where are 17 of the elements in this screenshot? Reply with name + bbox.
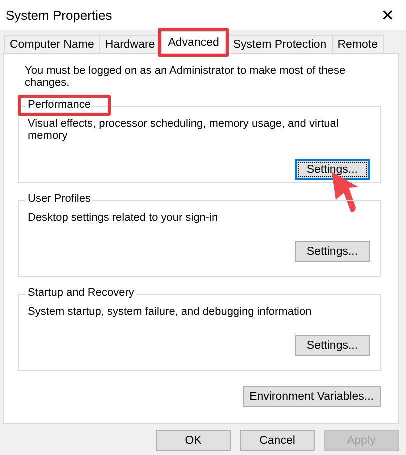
tab[interactable]: Remote xyxy=(332,35,384,53)
tab[interactable]: System Protection xyxy=(227,35,333,53)
dialog-button[interactable]: OK xyxy=(156,430,231,451)
window-title: System Properties xyxy=(6,8,112,22)
settings-button[interactable]: Settings... xyxy=(294,159,370,180)
settings-button[interactable]: Settings... xyxy=(295,241,370,262)
tab[interactable]: Computer Name xyxy=(4,35,100,53)
notice-text: You must be logged on as an Administrator to make most of these changes. xyxy=(25,65,347,89)
group-title: User Profiles xyxy=(26,193,93,205)
group-description: Desktop settings related to your sign-in xyxy=(28,212,220,224)
group-description: Visual effects, processor scheduling, memory usage, and virtual memory xyxy=(28,118,340,142)
dialog-button[interactable]: Cancel xyxy=(240,430,315,451)
group-title: Startup and Recovery xyxy=(26,287,136,299)
close-button[interactable]: ✕ xyxy=(370,0,406,30)
group-description: System startup, system failure, and debugging information xyxy=(28,306,313,318)
settings-button[interactable]: Settings... xyxy=(295,335,370,356)
environment-variables-button[interactable]: Environment Variables... xyxy=(242,386,381,407)
